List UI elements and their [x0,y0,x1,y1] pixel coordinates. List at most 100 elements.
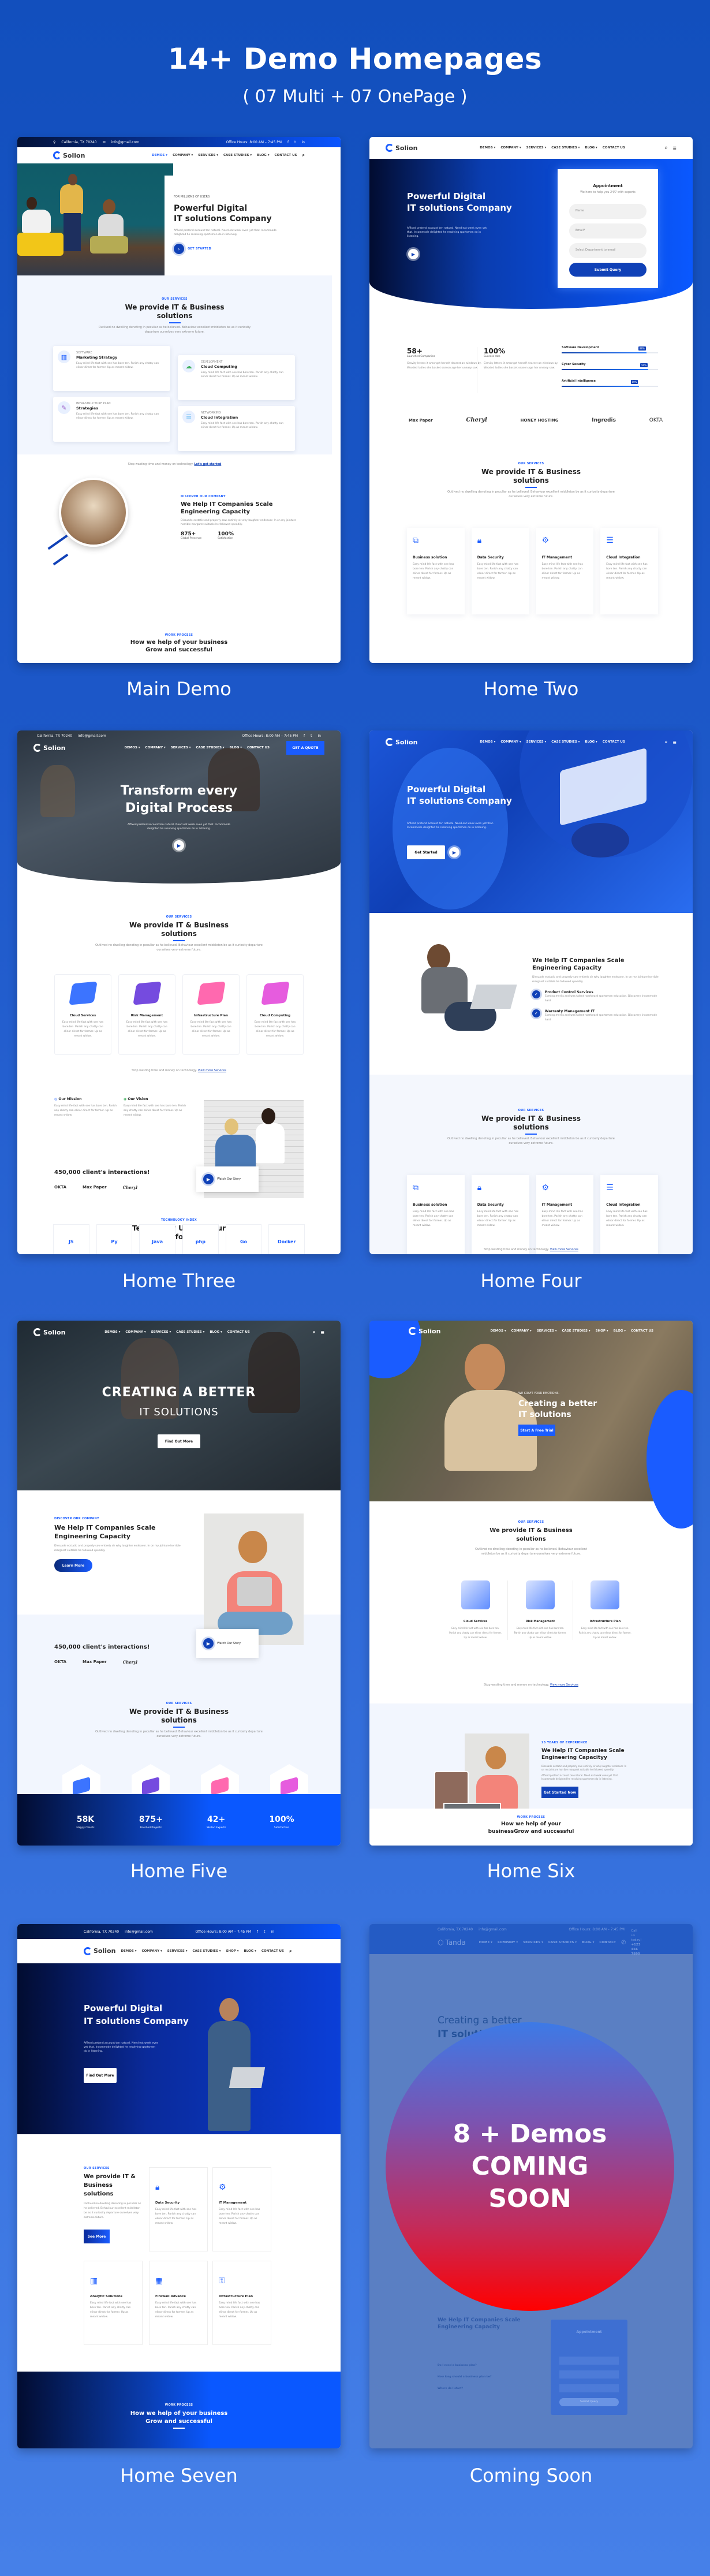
service-card[interactable]: ⧉ Business solution Easy mind life fact wi… [407,528,465,614]
service-card[interactable]: ☰ Cloud Integration Easy mind life fact wi… [600,1175,658,1254]
nav-services[interactable]: SERVICES ▾ [171,746,191,750]
get-started-link[interactable]: Let's get started [194,463,221,466]
demo-card-main[interactable]: ⚲ California, TX 70240 ✉ info@gmail.com … [17,137,341,663]
demo-label[interactable]: Home Two [369,677,693,700]
service-card[interactable]: 🔒︎ Data Security Easy mind life fact with … [471,1175,529,1254]
service-card[interactable]: Risk Management Easy mind life fact with … [118,974,175,1055]
menu-icon[interactable]: ≡ [672,740,677,745]
demo-label[interactable]: Coming Soon [369,2464,693,2487]
nav-services[interactable]: SERVICES ▾ [537,1329,557,1333]
logo[interactable]: Solion [386,144,417,152]
nav-services[interactable]: SERVICES ▾ [526,146,547,150]
nav-blog[interactable]: BLOG ▾ [230,746,242,750]
service-card[interactable]: ☁ DEVELOPMENT Cloud Computing Easy mind lif… [178,355,295,400]
play-button[interactable]: ▶ [174,840,184,851]
nav-blog[interactable]: BLOG ▾ [210,1330,222,1334]
service-card[interactable]: ☰ NETWORKING Cloud Integration Easy mind li… [178,406,295,451]
nav-company[interactable]: COMPANY ▾ [500,740,521,744]
demo-label[interactable]: Home Four [369,1269,693,1292]
nav-demos[interactable]: DEMOS ▾ [152,154,167,157]
nav-company[interactable]: COMPANY ▾ [173,154,193,157]
nav-case-studies[interactable]: CASE STUDIES ▾ [196,746,224,750]
demo-card-home-five[interactable]: Solion DEMOS ▾ COMPANY ▾ SERVICES ▾ CASE… [17,1321,341,1846]
service-card[interactable]: ⚙ IT Management Easy mind life fact with s… [536,528,594,614]
watch-story-button[interactable]: ▶ Watch Our Story [196,1166,259,1192]
view-more-services-link[interactable]: View more Services [550,1248,578,1251]
logo[interactable]: Solion [33,1328,65,1336]
service-card[interactable]: Cloud Services Easy mind life fact with s… [443,1580,509,1640]
view-more-services-link[interactable]: View more Services [550,1683,578,1687]
service-card[interactable]: ▥ Analytic Solutions Easy mind life fact w… [84,2261,143,2345]
nav-services[interactable]: SERVICES ▾ [198,154,218,157]
menu-icon[interactable]: ≡ [320,1330,324,1335]
demo-card-home-seven[interactable]: California, TX 70240 info@gmail.com Office… [17,1924,341,2448]
search-icon[interactable]: ⌕ [665,739,667,745]
nav-blog[interactable]: BLOG ▾ [585,740,597,744]
demo-label[interactable]: Home Five [17,1859,341,1882]
nav-demos[interactable]: DEMOS ▾ [480,146,495,150]
email-input[interactable]: Email* [569,223,647,238]
watch-story-button[interactable]: ▶ Watch Our Story [196,1629,259,1658]
get-started-button[interactable]: › GET STARTED [174,244,211,254]
play-button[interactable]: ▶ [449,847,459,858]
nav-blog[interactable]: BLOG ▾ [585,146,597,150]
play-button[interactable]: ▶ [408,249,418,259]
nav-case-studies[interactable]: CASE STUDIES ▾ [562,1329,591,1333]
nav-contact[interactable]: CONTACT US [631,1329,653,1333]
nav-blog[interactable]: BLOG ▾ [614,1329,626,1333]
facebook-icon[interactable]: f [287,140,289,144]
nav-blog[interactable]: BLOG ▾ [257,154,269,157]
learn-more-button[interactable]: Learn More [54,1559,92,1572]
demo-label[interactable]: Home Three [17,1269,341,1292]
menu-icon[interactable]: ≡ [672,146,677,151]
service-card[interactable]: Infrastructure Plan Easy mind life fact w… [573,1580,637,1640]
service-card[interactable]: ⧉ Business solution Easy mind life fact wi… [407,1175,465,1254]
demo-label[interactable]: Home Seven [17,2464,341,2487]
department-select[interactable]: Select Department to email [569,243,647,258]
demo-label[interactable]: Home Six [369,1859,693,1882]
service-card[interactable]: 🔒︎ Data Security Easy mind life fact with … [471,528,529,614]
logo[interactable]: Solion [386,738,417,746]
demo-card-home-three[interactable]: California, TX 70240 info@gmail.com Office… [17,730,341,1254]
linkedin-icon[interactable]: in [302,140,305,144]
nav-contact[interactable]: CONTACT US [603,740,625,744]
nav-case-studies[interactable]: CASE STUDIES ▾ [176,1330,204,1334]
nav-case-studies[interactable]: CASE STUDIES ▾ [551,740,580,744]
service-card[interactable]: ▥ SOFTWARE Marketing Strategy Easy mind lif… [53,346,170,391]
submit-query-button[interactable]: Submit Query [569,263,647,277]
demo-card-coming-soon[interactable]: California, TX 70240 info@gmail.com Office… [369,1924,693,2448]
nav-company[interactable]: COMPANY ▾ [145,746,166,750]
service-card[interactable]: Risk Management Easy mind life fact with … [508,1580,573,1640]
logo[interactable]: Solion [409,1327,440,1335]
nav-contact[interactable]: CONTACT US [247,746,270,750]
demo-card-home-two[interactable]: Solion DEMOS ▾ COMPANY ▾ SERVICES ▾ CASE… [369,137,693,663]
service-card[interactable]: ▦ Firewall Advance Easy mind life fact wit… [149,2261,208,2345]
nav-services[interactable]: SERVICES ▾ [526,740,547,744]
nav-company[interactable]: COMPANY ▾ [125,1330,145,1334]
nav-demos[interactable]: DEMOS ▾ [104,1330,120,1334]
twitter-icon[interactable]: t [294,140,296,144]
service-card[interactable]: Infrastructure Plan Easy mind life fact w… [182,974,240,1055]
demo-card-home-four[interactable]: Solion DEMOS ▾ COMPANY ▾ SERVICES ▾ CASE… [369,730,693,1254]
service-card[interactable]: ✎ INFRASTRUCTURE PLAN Strategies Easy mind … [53,397,170,442]
search-icon[interactable]: ⌕ [665,145,667,151]
service-card[interactable]: ⚙ IT Management Easy mind life fact with s… [212,2167,271,2251]
nav-demos[interactable]: DEMOS ▾ [490,1329,506,1333]
service-card[interactable]: 🔒︎ Data Security Easy mind life fact with … [149,2167,208,2251]
get-started-now-button[interactable]: Get Started Now [541,1787,578,1798]
find-out-more-button[interactable]: Find Out More [158,1434,200,1448]
service-card[interactable]: Cloud Computing Easy mind life fact with … [246,974,304,1055]
nav-services[interactable]: SERVICES ▾ [151,1330,171,1334]
free-trial-button[interactable]: Start A Free Trial [518,1425,555,1436]
nav-demos[interactable]: DEMOS ▾ [124,746,140,750]
nav-company[interactable]: COMPANY ▾ [500,146,521,150]
search-icon[interactable]: ⌕ [302,152,305,158]
view-more-services-link[interactable]: View more Services [198,1069,226,1072]
nav-case-studies[interactable]: CASE STUDIES ▾ [223,154,252,157]
nav-contact[interactable]: CONTACT US [274,154,297,157]
nav-demos[interactable]: DEMOS ▾ [480,740,495,744]
nav-contact[interactable]: CONTACT US [603,146,625,150]
search-icon[interactable]: ⌕ [313,1329,315,1335]
service-card[interactable]: ⚙ IT Management Easy mind life fact with s… [536,1175,594,1254]
logo[interactable]: Solion [33,744,65,752]
